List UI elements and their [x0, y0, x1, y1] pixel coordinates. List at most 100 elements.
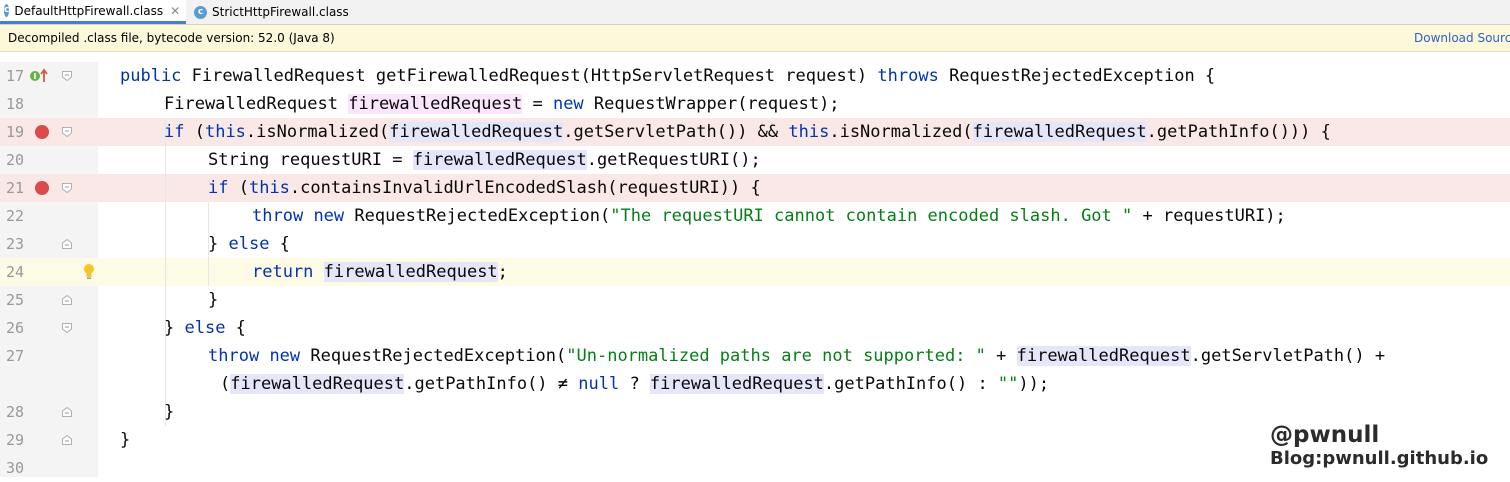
overrides-method-icon[interactable]: I — [29, 68, 49, 84]
fold-open-icon[interactable] — [62, 127, 72, 137]
tab-label: StrictHttpFirewall.class — [212, 5, 349, 19]
code-text: .getServletPath() + — [1190, 346, 1386, 366]
code-editor[interactable]: 17 18 19 20 21 22 23 24 25 26 27 28 29 3… — [0, 62, 1510, 477]
keyword: this — [248, 178, 290, 198]
decompiled-banner: Decompiled .class file, bytecode version… — [0, 25, 1510, 52]
keyword: new — [313, 206, 345, 226]
code-line-19: if (this.isNormalized(firewalledRequest.… — [164, 118, 1331, 146]
breakpoint-icon[interactable] — [35, 181, 49, 195]
variable-usage-highlight: firewalledRequest — [389, 122, 564, 142]
line-number: 27 — [5, 347, 24, 365]
variable-usage-highlight: firewalledRequest — [1016, 346, 1191, 366]
code-text: String requestURI = — [208, 150, 413, 170]
code-text: .isNormalized( — [829, 122, 973, 142]
code-line-27-wrapped: (firewalledRequest.getPathInfo() ≠ null … — [220, 370, 1049, 398]
code-text: } — [164, 318, 185, 338]
tab-strict-http-firewall[interactable]: c StrictHttpFirewall.class — [190, 0, 360, 24]
code-text: ? — [619, 374, 650, 394]
keyword: this — [788, 122, 830, 142]
current-line-highlight — [0, 258, 1510, 286]
variable-usage-highlight: firewalledRequest — [649, 374, 824, 394]
code-text: .getPathInfo())) { — [1146, 122, 1331, 142]
code-line-21: if (this.containsInvalidUrlEncodedSlash(… — [208, 174, 761, 202]
fold-open-icon[interactable] — [62, 183, 72, 193]
code-line-28: } — [164, 398, 174, 426]
code-text: .containsInvalidUrlEncodedSlash(requestU… — [289, 178, 761, 198]
keyword: new — [269, 346, 301, 366]
code-text: .getPathInfo() ≠ — [404, 374, 579, 394]
variable-declaration-highlight: firewalledRequest — [348, 94, 523, 114]
fold-close-icon[interactable] — [62, 239, 72, 249]
keyword: return — [252, 262, 314, 282]
code-text: { — [225, 318, 246, 338]
fold-open-icon[interactable] — [62, 71, 72, 81]
code-line-18: FirewalledRequest firewalledRequest = ne… — [164, 90, 840, 118]
fold-close-icon[interactable] — [62, 407, 72, 417]
variable-usage-highlight: firewalledRequest — [412, 150, 587, 170]
indent-guide — [165, 118, 166, 426]
code-text: .isNormalized( — [245, 122, 390, 142]
tab-default-http-firewall[interactable]: c DefaultHttpFirewall.class ✕ — [0, 0, 186, 24]
line-number: 25 — [5, 291, 24, 309]
code-line-22: throw new RequestRejectedException("The … — [252, 202, 1286, 230]
lightbulb-icon[interactable] — [82, 263, 96, 281]
line-number: 28 — [5, 403, 24, 421]
variable-usage-highlight: firewalledRequest — [230, 374, 405, 394]
code-text: } — [120, 430, 131, 450]
keyword: this — [204, 122, 246, 142]
code-text: ( — [228, 178, 249, 198]
code-text: ( — [184, 122, 205, 142]
code-text: { — [269, 234, 290, 254]
code-line-25: } — [208, 286, 218, 314]
code-text: )); — [1018, 374, 1050, 394]
code-text: .getRequestURI(); — [586, 150, 761, 170]
banner-message: Decompiled .class file, bytecode version… — [8, 31, 335, 45]
line-number: 29 — [5, 431, 24, 449]
line-number: 19 — [5, 123, 24, 141]
keyword: if — [164, 122, 185, 142]
class-file-icon: c — [194, 5, 207, 19]
code-line-17: public FirewalledRequest getFirewalledRe… — [120, 62, 1215, 90]
code-line-29: } — [120, 426, 130, 454]
code-text: } — [208, 234, 229, 254]
keyword: throws — [877, 66, 939, 86]
string-literal: "Un-normalized paths are not supported: … — [566, 346, 986, 366]
line-number: 24 — [5, 263, 24, 281]
watermark-blog: Blog:pwnull.github.io — [1270, 448, 1489, 469]
keyword: if — [208, 178, 229, 198]
code-text: RequestRejectedException( — [300, 346, 567, 366]
code-text: ; — [497, 262, 508, 282]
fold-close-icon[interactable] — [62, 435, 72, 445]
line-number: 21 — [5, 179, 24, 197]
code-line-23: } else { — [208, 230, 290, 258]
code-line-24: return firewalledRequest; — [252, 258, 508, 286]
string-literal: "" — [997, 374, 1019, 394]
close-tab-icon[interactable]: ✕ — [170, 4, 180, 18]
breakpoint-icon[interactable] — [35, 125, 49, 139]
variable-usage-highlight: firewalledRequest — [323, 262, 498, 282]
code-text: RequestRejectedException( — [344, 206, 611, 226]
keyword: else — [184, 318, 226, 338]
fold-open-icon[interactable] — [62, 323, 72, 333]
code-text: + — [985, 346, 1017, 366]
keyword: public — [120, 66, 182, 86]
watermark-handle: @pwnull — [1270, 422, 1380, 448]
line-number: 26 — [5, 319, 24, 337]
code-text: .getServletPath()) && — [563, 122, 789, 142]
fold-close-icon[interactable] — [62, 295, 72, 305]
keyword: null — [578, 374, 620, 394]
line-number: 17 — [5, 67, 24, 85]
code-text: RequestRejectedException { — [938, 66, 1216, 86]
keyword: new — [552, 94, 584, 114]
code-line-27: throw new RequestRejectedException("Un-n… — [208, 342, 1385, 370]
line-number: 30 — [5, 459, 24, 477]
svg-text:I: I — [34, 72, 37, 81]
code-text: } — [208, 290, 219, 310]
code-text: .getPathInfo() : — [823, 374, 998, 394]
code-text: FirewalledRequest getFirewalledRequest(H… — [181, 66, 878, 86]
code-text: + requestURI); — [1132, 206, 1286, 226]
download-sources-link[interactable]: Download Sources — [1414, 31, 1510, 45]
code-line-20: String requestURI = firewalledRequest.ge… — [208, 146, 761, 174]
